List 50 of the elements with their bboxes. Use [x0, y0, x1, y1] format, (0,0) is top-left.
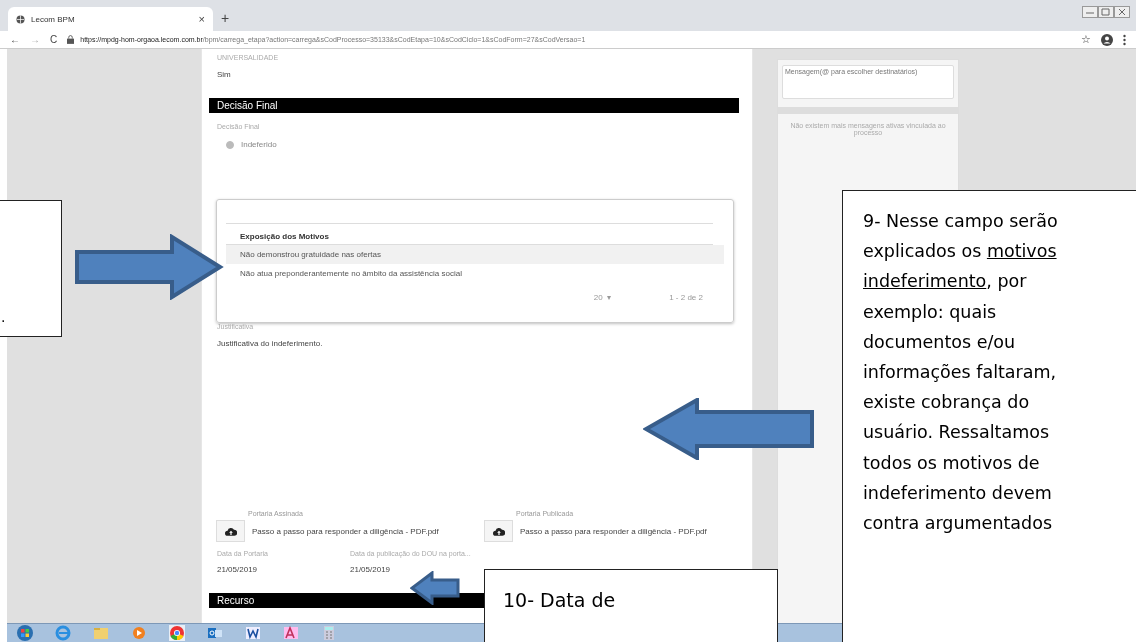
cloud-upload-icon	[492, 526, 505, 536]
calculator-icon[interactable]	[321, 625, 337, 641]
field-value: Justificativa do indeferimento.	[216, 338, 324, 348]
callout-text: indeferimento, por	[863, 270, 1028, 294]
mail-app-icon[interactable]	[207, 625, 223, 641]
callout-text: usuário. Ressaltamos	[863, 421, 1051, 445]
callout-text: todos os motivos de	[863, 451, 1041, 475]
radio-label: Indeferido	[241, 140, 277, 149]
callout-text: exemplo: quais	[863, 300, 998, 324]
browser-e-icon[interactable]	[55, 625, 71, 641]
callout-text: indeferimento devem	[863, 481, 1053, 505]
table-row[interactable]: Não atua preponderantemente no âmbito da assistência social	[226, 264, 724, 283]
callout-text: existe cobrança do	[863, 391, 1031, 415]
tab-title: Lecom BPM	[31, 14, 76, 24]
account-icon[interactable]	[1101, 33, 1113, 46]
left-arrow-drawing	[410, 571, 460, 605]
new-tab-button[interactable]: +	[221, 10, 230, 26]
table-row[interactable]: Não demonstrou gratuidade nas ofertas	[226, 245, 724, 264]
file-name[interactable]: Passo a passo para responder a diligência - PDF.pdf	[520, 526, 707, 536]
column-header: Exposição dos Motivos	[226, 223, 713, 245]
callout-text: documentos e/ou	[863, 330, 1017, 354]
word-app-icon[interactable]	[245, 625, 261, 641]
field-value: 21/05/2019	[349, 564, 392, 574]
close-tab-button[interactable]: ×	[198, 13, 205, 25]
browser-tab[interactable]: Lecom BPM ×	[8, 7, 213, 31]
field-value: 21/05/2019	[216, 564, 259, 574]
upload-button[interactable]	[216, 520, 245, 542]
chrome-style-icon[interactable]	[169, 625, 185, 641]
upload-button[interactable]	[484, 520, 513, 542]
reload-button[interactable]: C	[50, 34, 58, 45]
start-orb-icon[interactable]	[17, 625, 33, 641]
bookmark-star-button[interactable]: ☆	[1081, 33, 1091, 46]
back-button[interactable]: ←	[10, 34, 20, 45]
menu-icon[interactable]	[1123, 33, 1126, 46]
callout-text: 9- Nesse campo serão	[863, 210, 1059, 233]
section-header: Decisão Final	[209, 98, 739, 113]
cloud-upload-icon	[224, 526, 237, 536]
callout-text: explicados os motivos	[863, 240, 1058, 264]
callout-text: contra argumentados	[863, 512, 1053, 536]
media-player-icon[interactable]	[131, 625, 147, 641]
globe-icon	[16, 14, 25, 24]
field-value: Sim	[216, 69, 232, 79]
radio-button[interactable]	[226, 140, 234, 149]
file-name[interactable]: Passo a passo para responder a diligência - PDF.pdf	[252, 526, 439, 536]
window-controls-icon[interactable]	[1082, 6, 1130, 18]
callout-text: .	[1, 309, 7, 325]
callout-text: informações faltaram,	[863, 361, 1058, 384]
lock-icon	[67, 35, 75, 44]
database-app-icon[interactable]	[283, 625, 299, 641]
pagination-range: 1 - 2 de 2	[669, 293, 703, 302]
